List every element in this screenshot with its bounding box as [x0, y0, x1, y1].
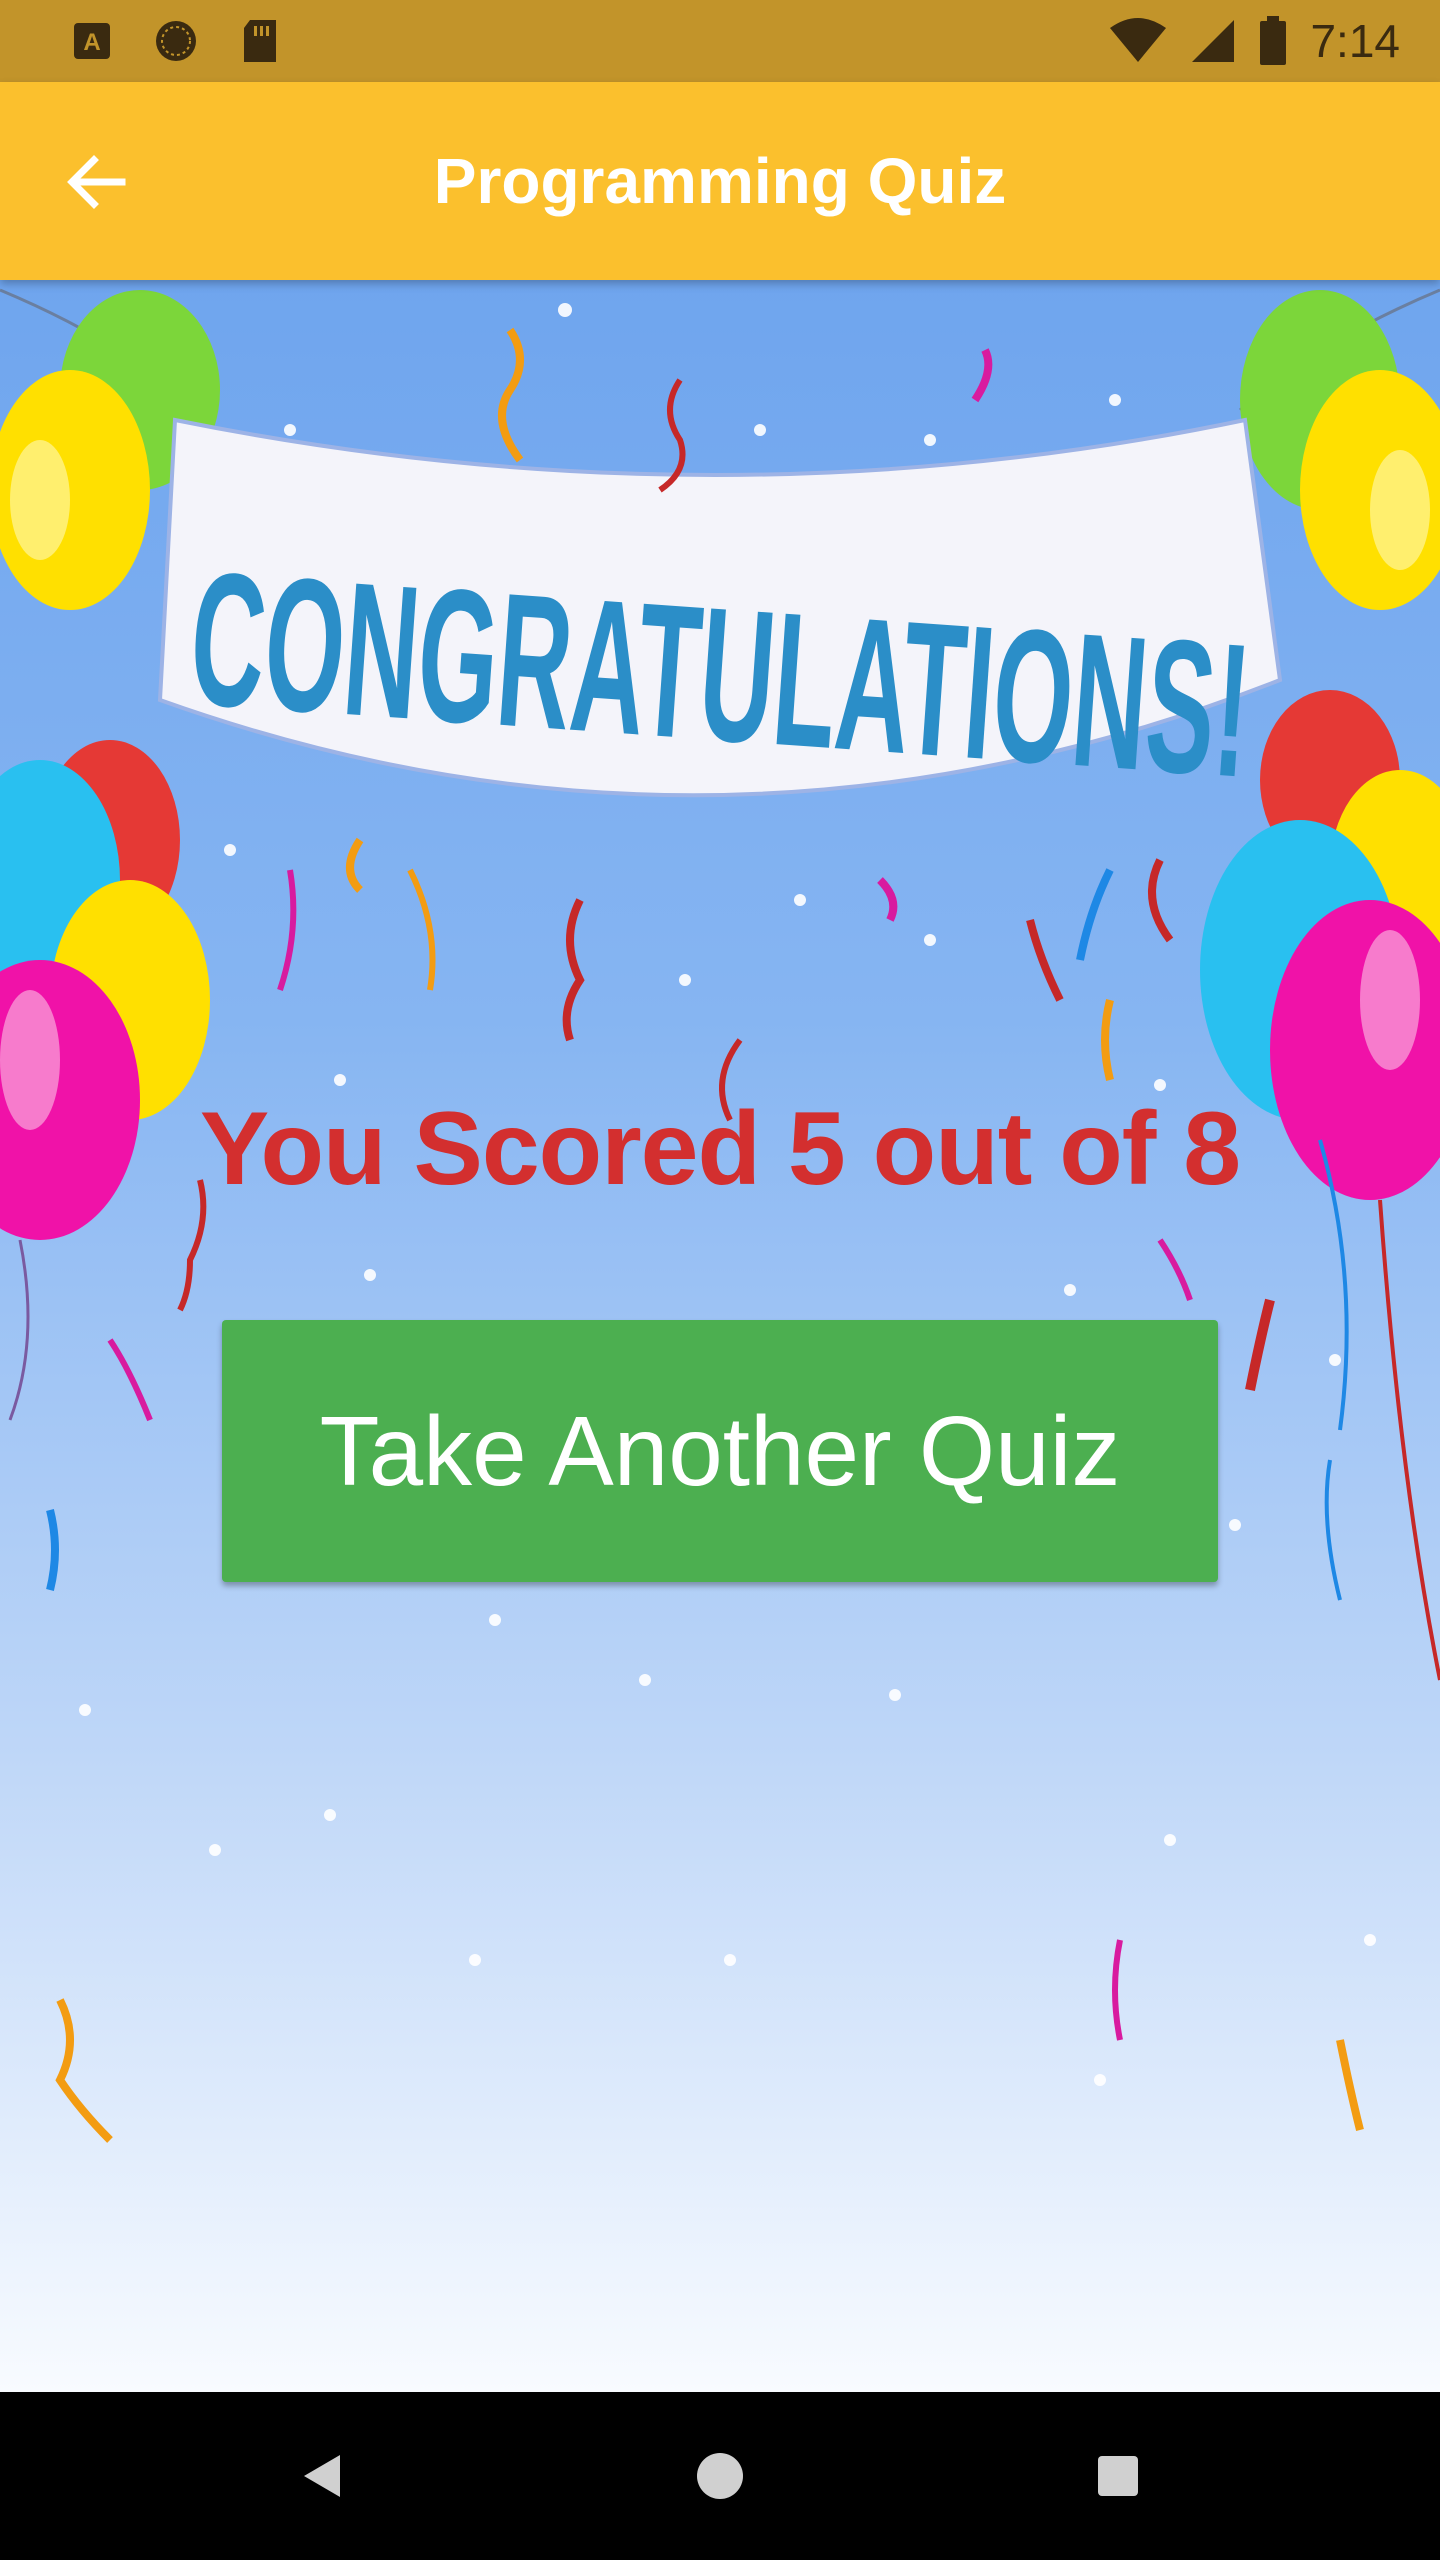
status-icons-left: A: [72, 18, 280, 64]
sync-icon: [156, 21, 196, 61]
content-area: CONGRATULATIONS! You Scored 5 out of 8 T…: [0, 280, 1440, 2392]
nav-back-button[interactable]: [282, 2436, 362, 2516]
take-another-quiz-button[interactable]: Take Another Quiz: [222, 1320, 1218, 1582]
sd-card-icon: [244, 20, 276, 62]
status-bar: A 7:14: [0, 0, 1440, 82]
home-circle-icon: [697, 2453, 743, 2499]
arrow-back-icon: [67, 155, 126, 209]
navigation-bar: [0, 2392, 1440, 2560]
a-notification-icon: A: [74, 23, 110, 59]
status-icons-right: 7:14: [1108, 0, 1400, 82]
recents-square-icon: [1098, 2456, 1138, 2496]
wifi-icon: [1110, 18, 1167, 62]
app-bar: Programming Quiz: [0, 82, 1440, 280]
nav-home-button[interactable]: [680, 2436, 760, 2516]
back-button[interactable]: [56, 142, 136, 222]
signal-icon: [1192, 20, 1235, 62]
svg-text:A: A: [83, 29, 100, 56]
score-text: You Scored 5 out of 8: [199, 1091, 1241, 1207]
page-title: Programming Quiz: [433, 145, 1007, 217]
nav-recents-button[interactable]: [1078, 2436, 1158, 2516]
status-time: 7:14: [1310, 15, 1400, 67]
back-triangle-icon: [304, 2455, 340, 2497]
battery-icon: [1260, 16, 1287, 65]
